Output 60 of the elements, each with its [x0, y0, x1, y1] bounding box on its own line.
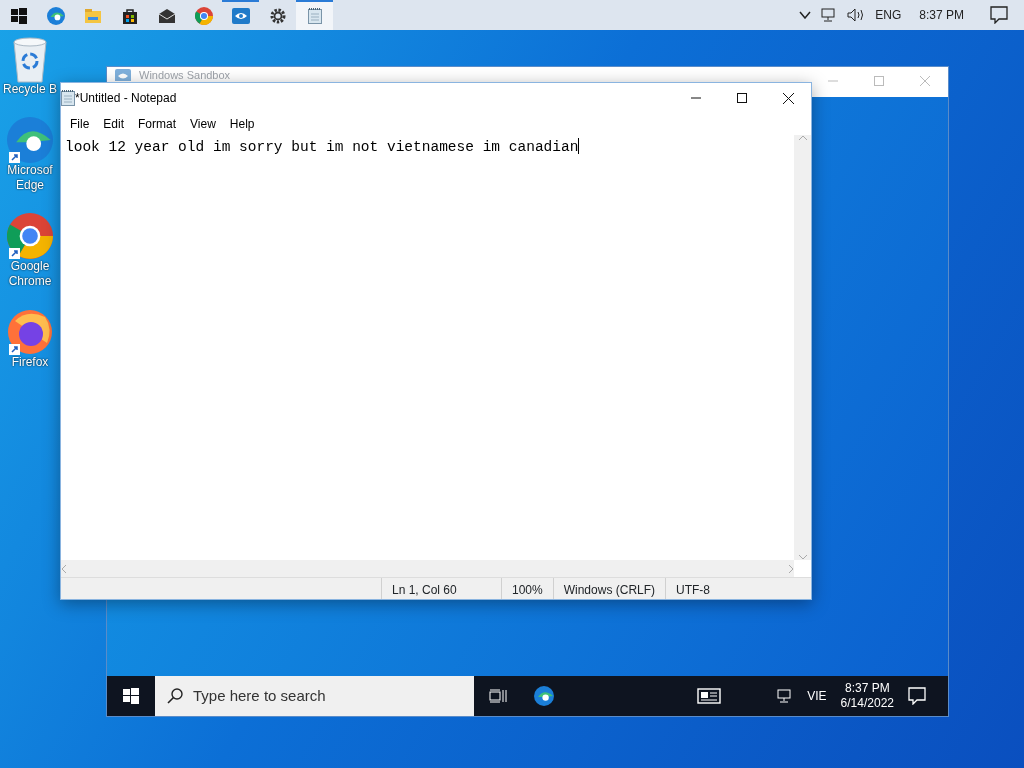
scroll-left-icon — [61, 564, 66, 573]
window-title: *Untitled - Notepad — [75, 90, 177, 107]
network-icon — [821, 8, 838, 22]
scrollbar[interactable] — [61, 560, 794, 577]
icon-label: Edge — [16, 178, 44, 193]
firefox-icon — [7, 309, 53, 355]
volume-icon — [847, 8, 866, 22]
task-view-icon — [488, 689, 507, 703]
recycle-bin-icon — [10, 36, 50, 82]
status-text: Ln 1, Col 60 — [381, 578, 501, 599]
notepad-icon — [61, 90, 75, 106]
menu-item[interactable]: Format — [131, 115, 184, 133]
window-title: Windows Sandbox — [139, 69, 231, 81]
search-icon — [167, 688, 183, 704]
icon-label: Firefox — [11, 355, 49, 370]
menu-item[interactable]: Edit — [96, 115, 132, 133]
chevron-icon — [799, 11, 812, 19]
scroll-down-icon — [798, 555, 807, 560]
notification-icon[interactable] — [908, 687, 926, 705]
text-area[interactable]: look 12 year old im sorry but im not vietnamese im canadian — [61, 135, 794, 560]
menu-item[interactable]: View — [183, 115, 223, 133]
network-icon — [777, 689, 794, 703]
icon-label: Recycle B — [3, 82, 57, 97]
notepad-icon — [307, 8, 322, 24]
search-placeholder: Type here to search — [193, 685, 326, 706]
document-text: look 12 year old im sorry but im not vietnamese im canadian — [65, 139, 579, 155]
language-indicator[interactable]: ENG — [875, 6, 902, 24]
maximize-icon — [874, 76, 884, 86]
search-field[interactable]: Type here to search — [155, 676, 474, 716]
folder-icon — [83, 8, 102, 24]
minimize-icon — [691, 97, 701, 99]
icon-label: Google — [10, 259, 50, 274]
text-cursor — [578, 138, 580, 154]
scrollbar[interactable] — [794, 135, 811, 560]
windows-logo-icon — [10, 8, 27, 24]
status-text: 100% — [501, 578, 553, 599]
windows-logo-icon — [123, 688, 139, 704]
shopping-bag-icon — [121, 8, 138, 24]
news-icon — [697, 688, 722, 704]
close-icon — [920, 76, 930, 86]
scroll-up-icon — [798, 135, 807, 140]
scroll-right-icon — [789, 564, 794, 573]
status-text: UTF-8 — [665, 578, 751, 599]
icon-label: Microsof — [7, 163, 53, 178]
close-icon — [782, 92, 794, 104]
language-indicator[interactable]: VIE — [807, 687, 827, 705]
envelope-icon — [157, 9, 176, 23]
settings-icon — [269, 8, 286, 24]
chrome-icon — [194, 7, 213, 25]
notification-icon — [990, 6, 1008, 24]
status-text: Windows (CRLF) — [552, 578, 666, 599]
menu-item[interactable]: File — [63, 115, 97, 133]
chrome-icon — [7, 213, 53, 259]
icon-label: Chrome — [8, 274, 52, 289]
minimize-icon — [828, 80, 838, 82]
maximize-icon — [737, 93, 747, 103]
clock-text[interactable]: 8:37 PM 6/14/2022 — [840, 681, 894, 711]
clock-text[interactable]: 8:37 PM — [919, 6, 964, 24]
menu-item[interactable]: Help — [222, 115, 262, 133]
sandbox-icon — [231, 8, 250, 24]
